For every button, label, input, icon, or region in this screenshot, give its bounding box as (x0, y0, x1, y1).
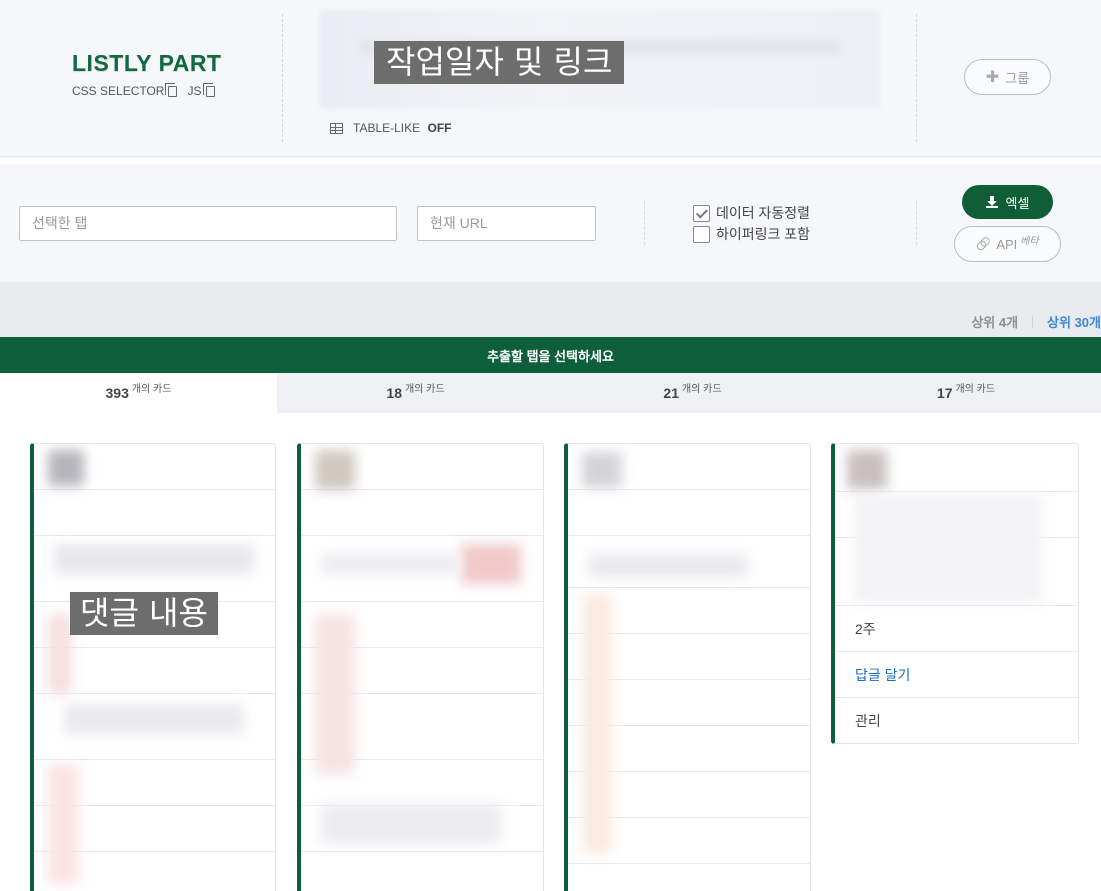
selected-tab-input[interactable]: 선택한 탭 (19, 206, 397, 241)
copy-js-icon[interactable] (202, 82, 215, 97)
tab-unit: 개의 카드 (955, 384, 996, 395)
include-hyperlink-option[interactable]: 하이퍼링크 포함 (693, 224, 810, 244)
tab-cards-3[interactable]: 21 개의 카드 (554, 373, 831, 413)
blurred-avatar (582, 452, 622, 488)
brand-subtitle: CSS SELECTOR JS (72, 82, 221, 98)
copy-css-selector-icon[interactable] (165, 82, 178, 97)
blurred-text (48, 614, 72, 694)
beta-badge: 베타 (1020, 235, 1039, 247)
blurred-text (582, 594, 612, 854)
blurred-text (321, 804, 501, 844)
reply-link[interactable]: 답글 달기 (835, 652, 1078, 698)
divider (1032, 315, 1034, 328)
tab-count: 21 (663, 385, 679, 401)
auto-sort-label: 데이터 자동정렬 (716, 205, 811, 221)
blurred-text (64, 704, 244, 734)
blurred-avatar (48, 450, 84, 486)
blurred-text (321, 554, 461, 574)
tab-count: 393 (105, 385, 129, 401)
redacted-comment-label: 댓글 내용 (70, 592, 218, 635)
excel-download-button[interactable]: 엑셀 (962, 185, 1053, 219)
tab-cards-1[interactable]: 393 개의 카드 (0, 373, 277, 413)
link-icon (976, 236, 992, 252)
js-label: JS (187, 84, 202, 98)
brand-title: LISTLY PART (72, 50, 222, 76)
blurred-image (461, 544, 521, 584)
blurred-text (315, 614, 355, 774)
blurred-text (853, 494, 1043, 604)
tab-unit: 개의 카드 (131, 384, 172, 395)
excel-button-label: 엑셀 (1005, 195, 1030, 211)
card-row (568, 490, 810, 536)
card-preview-2[interactable] (297, 443, 544, 891)
spacer-band (0, 282, 1101, 337)
controls-panel: 선택한 탭 현재 URL 데이터 자동정렬 하이퍼링크 포함 엑셀 API 베타 (0, 165, 1101, 282)
tab-unit: 개의 카드 (404, 384, 445, 395)
table-like-label: TABLE-LIKE (353, 121, 421, 135)
brand-area: LISTLY PART CSS SELECTOR JS (0, 0, 282, 157)
blurred-text (54, 544, 254, 574)
card-tabs: 393 개의 카드 18 개의 카드 21 개의 카드 17 개의 카드 (0, 373, 1101, 413)
card-preview-4[interactable]: 2주 답글 달기 관리 (831, 443, 1079, 744)
card-row-time: 2주 (835, 606, 1078, 652)
auto-sort-option[interactable]: 데이터 자동정렬 (693, 203, 810, 223)
divider (916, 201, 917, 245)
current-url-input[interactable]: 현재 URL (417, 206, 596, 241)
tab-unit: 개의 카드 (681, 384, 722, 395)
blurred-avatar (847, 450, 887, 490)
top-4-link[interactable]: 상위 4개 (971, 312, 1018, 331)
css-selector-label: CSS SELECTOR (72, 84, 165, 98)
plus-icon: ✚ (985, 69, 1000, 86)
api-button[interactable]: API 베타 (954, 226, 1061, 262)
divider (644, 201, 645, 245)
api-button-label: API (996, 236, 1018, 252)
tab-count: 17 (936, 385, 953, 401)
table-icon (330, 122, 343, 134)
blurred-text (588, 554, 748, 578)
blurred-text (48, 764, 78, 884)
card-row (34, 490, 275, 536)
card-preview-1[interactable] (30, 443, 276, 891)
include-hyperlink-checkbox[interactable] (693, 225, 710, 243)
divider (916, 14, 917, 142)
top-30-link[interactable]: 상위 30개 (1047, 312, 1101, 331)
add-group-button[interactable]: ✚ 그룹 (964, 59, 1051, 95)
download-icon (985, 196, 998, 208)
tab-cards-2[interactable]: 18 개의 카드 (277, 373, 554, 413)
table-like-toggle[interactable]: TABLE-LIKE OFF (330, 121, 451, 135)
tab-cards-4[interactable]: 17 개의 카드 (831, 373, 1101, 413)
manage-link[interactable]: 관리 (835, 698, 1078, 743)
select-tab-banner: 추출할 탭을 선택하세요 (0, 337, 1101, 373)
tab-count: 18 (386, 385, 402, 401)
group-button-label: 그룹 (1005, 70, 1030, 86)
redacted-label: 작업일자 및 링크 (374, 41, 625, 84)
table-like-state: OFF (427, 121, 452, 135)
card-preview-3[interactable] (564, 443, 811, 891)
header-panel: LISTLY PART CSS SELECTOR JS 작업일자 및 링크 TA… (0, 0, 1101, 157)
include-hyperlink-label: 하이퍼링크 포함 (716, 226, 811, 242)
top-count-links: 상위 4개 상위 30개 (971, 312, 1101, 331)
divider (282, 14, 283, 142)
auto-sort-checkbox[interactable] (693, 204, 710, 222)
blurred-avatar (315, 450, 355, 490)
card-row (301, 490, 543, 536)
